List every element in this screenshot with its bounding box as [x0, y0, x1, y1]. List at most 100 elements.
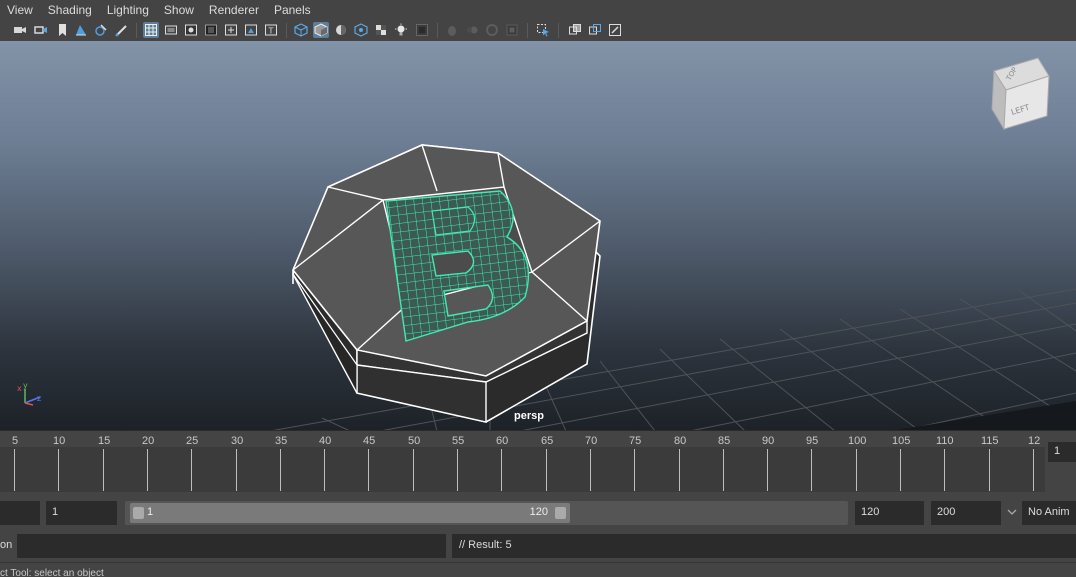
time-tick-label: 80 — [674, 435, 687, 447]
time-tick-label: 25 — [186, 435, 199, 447]
use-all-lights-icon[interactable] — [393, 22, 409, 38]
camera-select-icon[interactable] — [12, 22, 28, 38]
time-tick-line — [501, 449, 502, 491]
resolution-gate-icon[interactable] — [183, 22, 199, 38]
anti-aliasing-icon[interactable] — [484, 22, 500, 38]
time-tick-line — [989, 449, 990, 491]
time-tick-label: 110 — [936, 435, 954, 447]
xray-joints-icon[interactable] — [587, 22, 603, 38]
time-tick-line — [856, 449, 857, 491]
range-slider-row: 1 1 120 120 200 No Anim — [0, 498, 1076, 528]
xray-icon[interactable] — [567, 22, 583, 38]
range-end-nub[interactable] — [555, 507, 566, 519]
time-tick-line — [147, 449, 148, 491]
bookmark-icon[interactable] — [54, 22, 70, 38]
camera-attributes-icon[interactable] — [33, 22, 49, 38]
time-tick-line — [767, 449, 768, 491]
current-frame-field[interactable]: 1 — [1048, 442, 1076, 462]
playback-end-field[interactable]: 120 — [855, 501, 924, 525]
grease-pencil-icon[interactable] — [93, 22, 109, 38]
checker-icon[interactable] — [373, 22, 389, 38]
panel-menu-bar: View Shading Lighting Show Renderer Pane… — [0, 0, 1076, 20]
time-tick-line — [811, 449, 812, 491]
animation-end-field[interactable]: 200 — [931, 501, 1001, 525]
time-tick-line — [634, 449, 635, 491]
xray-active-icon[interactable] — [607, 22, 623, 38]
menu-shading[interactable]: Shading — [41, 0, 100, 20]
time-tick-label: 70 — [585, 435, 598, 447]
scene-canvas[interactable]: x y z TOP LEFT — [0, 41, 1076, 431]
time-tick-label: 45 — [363, 435, 376, 447]
camera-name-label: persp — [514, 410, 544, 422]
svg-text:x: x — [17, 384, 22, 393]
chevron-down-icon[interactable] — [1005, 505, 1019, 519]
help-line: ct Tool: select an object — [0, 562, 1076, 577]
time-slider-ruler[interactable] — [0, 447, 1045, 492]
anim-layer-dropdown[interactable]: No Anim — [1022, 501, 1076, 525]
scene-start-field[interactable] — [0, 501, 40, 525]
menu-renderer[interactable]: Renderer — [202, 0, 267, 20]
safe-title-icon[interactable]: T — [263, 22, 279, 38]
time-tick-line — [457, 449, 458, 491]
time-tick-label: 115 — [981, 435, 999, 447]
time-tick-label: 12 — [1028, 435, 1041, 447]
film-gate-icon[interactable] — [163, 22, 179, 38]
time-tick-line — [723, 449, 724, 491]
time-tick-line — [58, 449, 59, 491]
time-tick-label: 30 — [231, 435, 244, 447]
time-tick-line — [280, 449, 281, 491]
time-tick-label: 105 — [892, 435, 911, 447]
axis-gizmo: x y z — [17, 381, 41, 406]
svg-text:y: y — [23, 381, 28, 390]
field-chart-icon[interactable] — [223, 22, 239, 38]
wireframe-icon[interactable] — [293, 22, 309, 38]
time-tick-line — [590, 449, 591, 491]
grease-pencil-tool-icon[interactable] — [113, 22, 129, 38]
time-tick-label: 100 — [848, 435, 867, 447]
depth-of-field-icon[interactable] — [504, 22, 520, 38]
time-tick-line — [324, 449, 325, 491]
time-tick-line — [679, 449, 680, 491]
range-slider-handle[interactable]: 1 120 — [130, 503, 570, 523]
menu-panels[interactable]: Panels — [267, 0, 319, 20]
time-tick-line — [236, 449, 237, 491]
image-plane-icon[interactable] — [73, 22, 89, 38]
time-tick-label: 15 — [98, 435, 111, 447]
time-slider[interactable]: 5 10 15 20 25 30 35 40 45 50 55 60 65 70 75 80 85 90 95 100… — [0, 432, 1045, 492]
screen-space-ao-icon[interactable] — [444, 22, 460, 38]
safe-action-icon[interactable] — [243, 22, 259, 38]
help-line-text: ct Tool: select an object — [0, 568, 104, 577]
viewport-persp[interactable]: x y z TOP LEFT persp — [0, 41, 1076, 431]
motion-blur-icon[interactable] — [464, 22, 480, 38]
time-tick-line — [14, 449, 15, 491]
time-tick-line — [900, 449, 901, 491]
time-tick-label: 65 — [541, 435, 554, 447]
time-tick-label: 5 — [12, 435, 19, 447]
menu-view[interactable]: View — [0, 0, 41, 20]
default-material-icon[interactable] — [333, 22, 349, 38]
grid-icon[interactable] — [143, 22, 159, 38]
range-start-nub[interactable] — [133, 507, 144, 519]
time-tick-label: 85 — [718, 435, 731, 447]
menu-show[interactable]: Show — [157, 0, 202, 20]
command-line: on // Result: 5 — [0, 532, 1076, 560]
time-tick-line — [546, 449, 547, 491]
menu-lighting[interactable]: Lighting — [100, 0, 157, 20]
view-cube[interactable]: TOP LEFT — [991, 57, 1050, 131]
panel-toolbar: T — [0, 20, 1076, 41]
letter-b-mesh-selected[interactable] — [370, 181, 550, 351]
time-tick-line — [944, 449, 945, 491]
isolate-select-icon[interactable] — [535, 22, 551, 38]
command-language-label[interactable]: on — [0, 539, 12, 551]
time-tick-line — [191, 449, 192, 491]
time-tick-label: 90 — [762, 435, 775, 447]
playback-start-field[interactable]: 1 — [46, 501, 117, 525]
range-end-label: 120 — [529, 506, 548, 518]
time-tick-line — [103, 449, 104, 491]
textured-icon[interactable] — [353, 22, 369, 38]
time-tick-label: 10 — [53, 435, 66, 447]
command-input[interactable] — [17, 534, 446, 558]
smooth-shade-icon[interactable] — [313, 22, 329, 38]
gate-mask-icon[interactable] — [203, 22, 219, 38]
shadows-icon[interactable] — [414, 22, 430, 38]
